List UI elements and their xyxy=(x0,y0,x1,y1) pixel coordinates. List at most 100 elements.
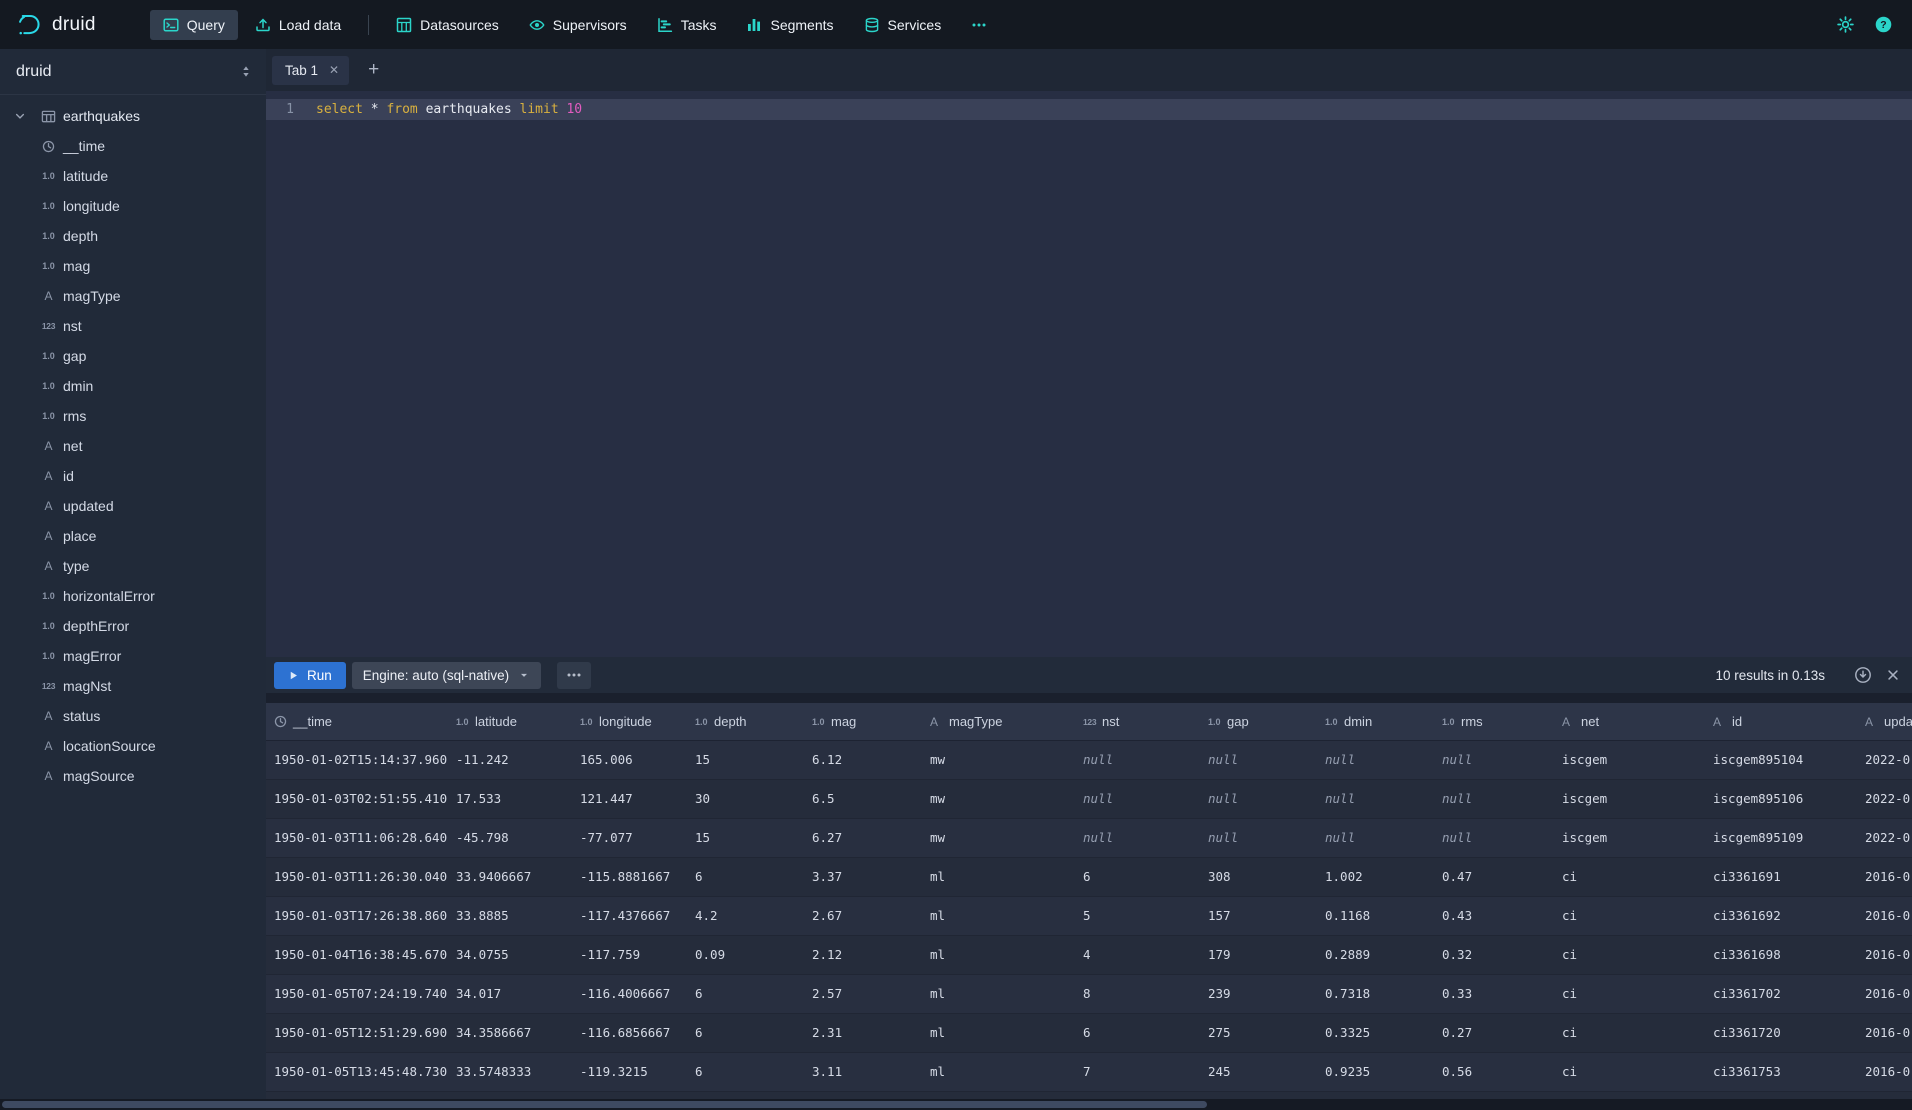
sidebar-column-net[interactable]: Anet xyxy=(0,431,266,461)
sidebar-column-latitude[interactable]: 1.0latitude xyxy=(0,161,266,191)
table-cell[interactable]: null xyxy=(1075,741,1200,779)
table-cell[interactable]: null xyxy=(1317,741,1434,779)
table-cell[interactable]: 3.11 xyxy=(804,1053,922,1091)
table-cell[interactable]: ml xyxy=(922,975,1075,1013)
sidebar-column-magType[interactable]: AmagType xyxy=(0,281,266,311)
column-header-latitude[interactable]: 1.0latitude xyxy=(448,703,572,740)
sidebar-datasource-earthquakes[interactable]: earthquakes xyxy=(0,101,266,131)
table-cell[interactable]: 165.006 xyxy=(572,741,687,779)
sidebar-column-horizontalError[interactable]: 1.0horizontalError xyxy=(0,581,266,611)
table-cell[interactable]: null xyxy=(1075,780,1200,818)
table-cell[interactable]: 17.533 xyxy=(448,780,572,818)
table-cell[interactable]: 275 xyxy=(1200,1014,1317,1052)
table-cell[interactable]: 1950-01-05T07:24:19.740Z xyxy=(266,975,448,1013)
table-cell[interactable]: ml xyxy=(922,858,1075,896)
table-cell[interactable]: 2016-0 xyxy=(1857,936,1912,974)
table-cell[interactable]: 6 xyxy=(687,975,804,1013)
table-cell[interactable]: iscgem xyxy=(1554,819,1705,857)
table-cell[interactable]: 7 xyxy=(1075,1053,1200,1091)
table-cell[interactable]: 2022-0 xyxy=(1857,819,1912,857)
table-cell[interactable]: 5 xyxy=(1075,897,1200,935)
table-cell[interactable]: 0.56 xyxy=(1434,1053,1554,1091)
sidebar-column-locationSource[interactable]: AlocationSource xyxy=(0,731,266,761)
nav-tasks[interactable]: Tasks xyxy=(644,10,730,40)
chevron-down-icon[interactable] xyxy=(14,110,26,122)
column-header-nst[interactable]: 123nst xyxy=(1075,703,1200,740)
table-cell[interactable]: null xyxy=(1200,819,1317,857)
settings-gear-icon[interactable] xyxy=(1836,15,1855,34)
table-cell[interactable]: -119.3215 xyxy=(572,1053,687,1091)
sidebar-column-depth[interactable]: 1.0depth xyxy=(0,221,266,251)
table-cell[interactable]: 2016-0 xyxy=(1857,1053,1912,1091)
table-cell[interactable]: 0.27 xyxy=(1434,1014,1554,1052)
help-icon[interactable]: ? xyxy=(1874,15,1893,34)
table-cell[interactable]: 6 xyxy=(687,1053,804,1091)
table-cell[interactable]: -117.759 xyxy=(572,936,687,974)
sidebar-column-dmin[interactable]: 1.0dmin xyxy=(0,371,266,401)
table-cell[interactable]: iscgem895104 xyxy=(1705,741,1857,779)
column-header-rms[interactable]: 1.0rms xyxy=(1434,703,1554,740)
table-cell[interactable]: null xyxy=(1317,780,1434,818)
table-cell[interactable]: 0.47 xyxy=(1434,858,1554,896)
column-header-mag[interactable]: 1.0mag xyxy=(804,703,922,740)
table-cell[interactable]: 34.017 xyxy=(448,975,572,1013)
table-cell[interactable]: 15 xyxy=(687,741,804,779)
sidebar-column-type[interactable]: Atype xyxy=(0,551,266,581)
table-cell[interactable]: null xyxy=(1075,819,1200,857)
table-cell[interactable]: ci3361753 xyxy=(1705,1053,1857,1091)
table-cell[interactable]: 2016-0 xyxy=(1857,975,1912,1013)
column-header-magType[interactable]: AmagType xyxy=(922,703,1075,740)
table-cell[interactable]: 0.43 xyxy=(1434,897,1554,935)
column-header-depth[interactable]: 1.0depth xyxy=(687,703,804,740)
table-cell[interactable]: null xyxy=(1434,780,1554,818)
nav-segments[interactable]: Segments xyxy=(733,10,846,40)
table-cell[interactable]: 245 xyxy=(1200,1053,1317,1091)
nav-datasources[interactable]: Datasources xyxy=(383,10,512,40)
table-cell[interactable]: 8 xyxy=(1075,975,1200,1013)
table-cell[interactable]: 2022-0 xyxy=(1857,741,1912,779)
table-cell[interactable]: 2.31 xyxy=(804,1014,922,1052)
column-header-dmin[interactable]: 1.0dmin xyxy=(1317,703,1434,740)
sidebar-column-__time[interactable]: __time xyxy=(0,131,266,161)
table-cell[interactable]: 33.9406667 xyxy=(448,858,572,896)
table-cell[interactable]: 6 xyxy=(1075,858,1200,896)
table-cell[interactable]: 1950-01-03T02:51:55.410Z xyxy=(266,780,448,818)
table-cell[interactable]: 6 xyxy=(687,858,804,896)
table-cell[interactable]: mw xyxy=(922,819,1075,857)
table-cell[interactable]: 34.0755 xyxy=(448,936,572,974)
column-header-__time[interactable]: __time xyxy=(266,703,448,740)
table-cell[interactable]: ci xyxy=(1554,1014,1705,1052)
table-cell[interactable]: 157 xyxy=(1200,897,1317,935)
table-cell[interactable]: -116.6856667 xyxy=(572,1014,687,1052)
column-header-longitude[interactable]: 1.0longitude xyxy=(572,703,687,740)
table-cell[interactable]: 6.27 xyxy=(804,819,922,857)
table-cell[interactable]: 0.7318 xyxy=(1317,975,1434,1013)
table-cell[interactable]: 30 xyxy=(687,780,804,818)
table-cell[interactable]: ci3361702 xyxy=(1705,975,1857,1013)
table-cell[interactable]: 6 xyxy=(687,1014,804,1052)
table-cell[interactable]: ml xyxy=(922,936,1075,974)
table-cell[interactable]: iscgem895109 xyxy=(1705,819,1857,857)
table-cell[interactable]: null xyxy=(1317,819,1434,857)
table-cell[interactable]: null xyxy=(1200,780,1317,818)
sidebar-column-gap[interactable]: 1.0gap xyxy=(0,341,266,371)
close-results-icon[interactable] xyxy=(1886,668,1900,682)
table-cell[interactable]: 2016-0 xyxy=(1857,897,1912,935)
sidebar-column-nst[interactable]: 123nst xyxy=(0,311,266,341)
table-cell[interactable]: 2.57 xyxy=(804,975,922,1013)
table-cell[interactable]: ml xyxy=(922,1014,1075,1052)
nav-supervisors[interactable]: Supervisors xyxy=(516,10,640,40)
table-cell[interactable]: -116.4006667 xyxy=(572,975,687,1013)
horizontal-scrollbar[interactable] xyxy=(0,1099,1912,1110)
sidebar-column-magSource[interactable]: AmagSource xyxy=(0,761,266,791)
table-cell[interactable]: 1950-01-02T15:14:37.960Z xyxy=(266,741,448,779)
nav-query[interactable]: Query xyxy=(150,10,238,40)
download-results-icon[interactable] xyxy=(1854,666,1872,684)
tab-1[interactable]: Tab 1 ✕ xyxy=(272,56,349,85)
table-cell[interactable]: ci3361698 xyxy=(1705,936,1857,974)
table-cell[interactable]: 0.33 xyxy=(1434,975,1554,1013)
table-cell[interactable]: ml xyxy=(922,1053,1075,1091)
sidebar-column-depthError[interactable]: 1.0depthError xyxy=(0,611,266,641)
table-cell[interactable]: 2.12 xyxy=(804,936,922,974)
sidebar-column-mag[interactable]: 1.0mag xyxy=(0,251,266,281)
